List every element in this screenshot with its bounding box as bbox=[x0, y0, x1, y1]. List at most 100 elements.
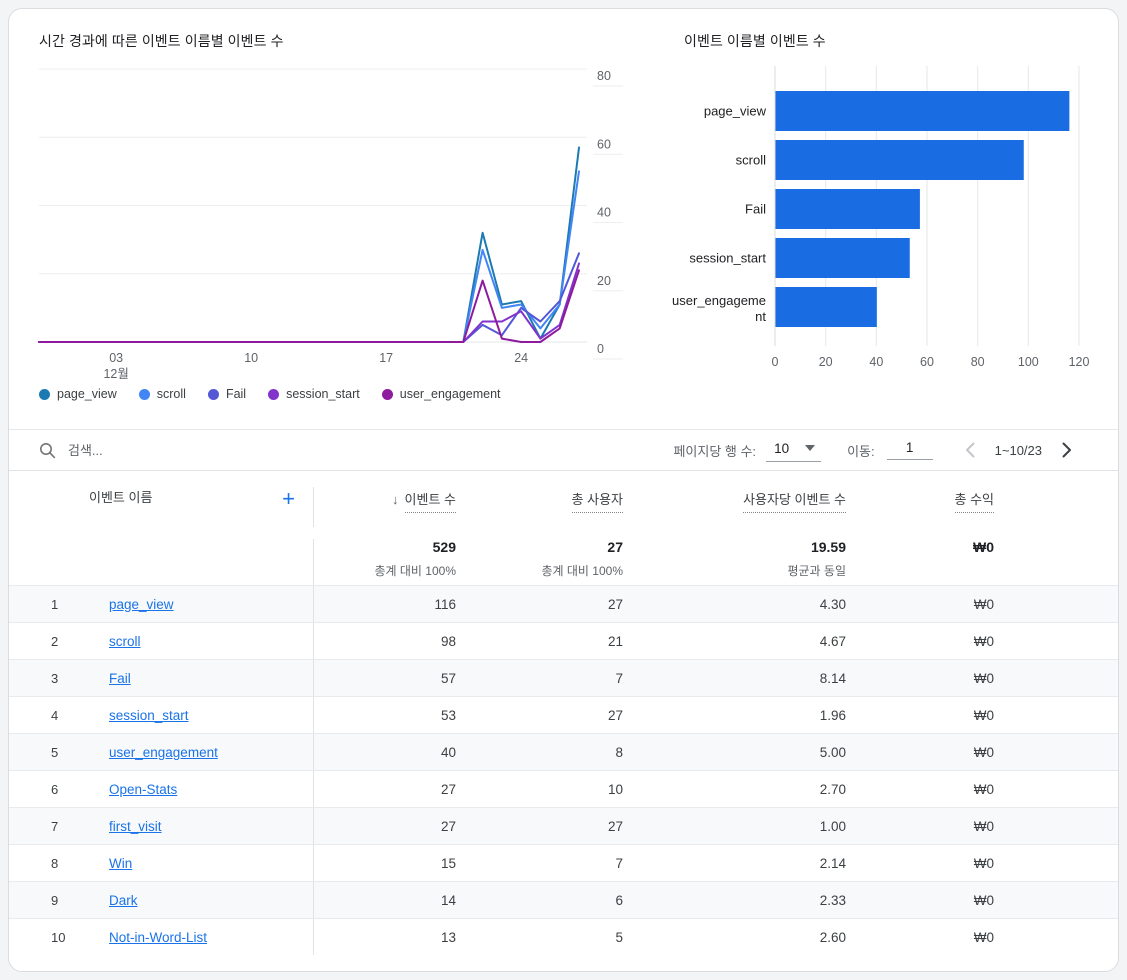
events-per-user-cell: 1.96 bbox=[819, 707, 846, 723]
row-number: 4 bbox=[51, 707, 59, 723]
bar-chart-plot[interactable]: 0 20 40 60 80 100 120 page_viewscroll Fail sessio… bbox=[668, 61, 1119, 387]
events-cell: 14 bbox=[313, 882, 456, 918]
line-series-user_engagement[interactable] bbox=[38, 269, 580, 343]
column-header-events-per-user[interactable]: 사용자당 이벤트 수 bbox=[623, 487, 846, 513]
chevron-left-icon bbox=[965, 442, 975, 458]
table-row: 4 session_start 53 27 1.96 ₩0 bbox=[9, 696, 1118, 733]
charts-row: 시간 경과에 따른 이벤트 이름별 이벤트 수 80 60 40 20 0 03 12월 10… bbox=[9, 9, 1118, 429]
legend-item-scroll: scroll bbox=[138, 387, 186, 401]
next-page-button[interactable] bbox=[1056, 439, 1078, 461]
svg-text:24: 24 bbox=[514, 351, 528, 365]
users-header-label: 총 사용자 bbox=[571, 489, 623, 513]
column-header-events[interactable]: ↓ 이벤트 수 bbox=[313, 487, 456, 527]
revenue-cell: ₩0 bbox=[973, 929, 994, 945]
line-series-session_start[interactable] bbox=[38, 262, 580, 343]
event-name-link[interactable]: Not-in-Word-List bbox=[109, 930, 207, 945]
event-name-link[interactable]: Open-Stats bbox=[109, 782, 177, 797]
event-name-link[interactable]: user_engagement bbox=[109, 745, 218, 760]
revenue-cell: ₩0 bbox=[973, 633, 994, 649]
users-cell: 21 bbox=[607, 633, 623, 649]
revenue-cell: ₩0 bbox=[973, 596, 994, 612]
goto-label: 이동: bbox=[847, 443, 875, 459]
search-box[interactable] bbox=[39, 442, 673, 459]
row-number: 7 bbox=[51, 818, 59, 834]
per-user-header-label: 사용자당 이벤트 수 bbox=[743, 489, 846, 513]
line-series-scroll[interactable] bbox=[38, 170, 580, 343]
event-name-link[interactable]: first_visit bbox=[109, 819, 162, 834]
legend-label: Fail bbox=[225, 387, 247, 401]
chevron-down-icon bbox=[805, 445, 816, 451]
users-cell: 7 bbox=[615, 670, 623, 686]
revenue-cell: ₩0 bbox=[973, 670, 994, 686]
toolbar-right: 페이지당 행 수: 10 이동: 1~10/2 bbox=[673, 439, 1078, 462]
table-row: 6 Open-Stats 27 10 2.70 ₩0 bbox=[9, 770, 1118, 807]
bar-session_start[interactable] bbox=[775, 238, 910, 278]
events-per-user-cell: 2.33 bbox=[819, 892, 846, 908]
rows-per-page-select[interactable]: 10 bbox=[766, 439, 822, 462]
prev-page-button[interactable] bbox=[959, 439, 981, 461]
bar-page_view[interactable] bbox=[775, 91, 1070, 131]
row-number: 2 bbox=[51, 633, 59, 649]
bar-user_engagement[interactable] bbox=[775, 287, 877, 327]
bar-scroll[interactable] bbox=[775, 140, 1024, 180]
legend-dot-icon bbox=[381, 388, 393, 400]
rows-per-page-value: 10 bbox=[774, 440, 790, 456]
table-row: 1 page_view 116 27 4.30 ₩0 bbox=[9, 585, 1118, 622]
column-header-event-name[interactable]: 이벤트 이름 + bbox=[9, 487, 313, 510]
table-row: 7 first_visit 27 27 1.00 ₩0 bbox=[9, 807, 1118, 844]
event-name-link[interactable]: scroll bbox=[109, 634, 141, 649]
add-column-button[interactable]: + bbox=[282, 487, 295, 509]
svg-text:0: 0 bbox=[597, 342, 604, 356]
event-name-cell: user_engagement bbox=[99, 745, 313, 760]
totals-revenue: ₩0 bbox=[973, 539, 994, 555]
table-row: 8 Win 15 7 2.14 ₩0 bbox=[9, 844, 1118, 881]
svg-text:page_view: page_view bbox=[704, 104, 767, 119]
events-cell: 116 bbox=[313, 586, 456, 622]
users-cell: 27 bbox=[607, 596, 623, 612]
event-name-link[interactable]: session_start bbox=[109, 708, 189, 723]
bar-Fail[interactable] bbox=[775, 189, 920, 229]
line-chart-legend: page_view scroll Fail session_start user_eng… bbox=[39, 387, 501, 401]
events-cell: 53 bbox=[313, 697, 456, 733]
svg-text:100: 100 bbox=[1018, 355, 1039, 369]
goto-page-input[interactable] bbox=[886, 440, 933, 460]
events-per-user-cell: 5.00 bbox=[819, 744, 846, 760]
events-per-user-cell: 4.67 bbox=[819, 633, 846, 649]
line-chart-plot[interactable]: 80 60 40 20 0 03 12월 10 17 24 bbox=[9, 61, 662, 387]
goto-page: 이동: bbox=[847, 440, 933, 460]
svg-text:20: 20 bbox=[819, 355, 833, 369]
legend-label: page_view bbox=[57, 387, 117, 401]
bar-chart-panel: 이벤트 이름별 이벤트 수 0 20 40 60 80 100 120 page_view sc… bbox=[668, 9, 1118, 429]
column-header-revenue[interactable]: 총 수익 bbox=[846, 487, 994, 513]
legend-dot-icon bbox=[207, 388, 219, 400]
svg-text:120: 120 bbox=[1069, 355, 1090, 369]
event-name-link[interactable]: Fail bbox=[109, 671, 131, 686]
column-header-users[interactable]: 총 사용자 bbox=[456, 487, 623, 513]
search-input[interactable] bbox=[68, 442, 368, 458]
legend-item-page_view: page_view bbox=[39, 387, 117, 401]
svg-text:60: 60 bbox=[920, 355, 934, 369]
events-per-user-cell: 4.30 bbox=[819, 596, 846, 612]
table-toolbar: 페이지당 행 수: 10 이동: 1~10/2 bbox=[9, 429, 1118, 471]
event-name-link[interactable]: Win bbox=[109, 856, 132, 871]
event-name-cell: first_visit bbox=[99, 819, 313, 834]
users-cell: 27 bbox=[607, 707, 623, 723]
event-name-cell: Not-in-Word-List bbox=[99, 930, 313, 945]
events-cell: 27 bbox=[313, 808, 456, 844]
event-name-header-label: 이벤트 이름 bbox=[89, 490, 153, 505]
revenue-header-label: 총 수익 bbox=[954, 489, 994, 513]
event-name-link[interactable]: page_view bbox=[109, 597, 174, 612]
events-cell: 57 bbox=[313, 660, 456, 696]
svg-text:80: 80 bbox=[597, 69, 611, 83]
events-cell: 27 bbox=[313, 771, 456, 807]
row-number: 9 bbox=[51, 892, 59, 908]
revenue-cell: ₩0 bbox=[973, 855, 994, 871]
table-row: 5 user_engagement 40 8 5.00 ₩0 bbox=[9, 733, 1118, 770]
legend-dot-icon bbox=[138, 388, 150, 400]
svg-text:80: 80 bbox=[971, 355, 985, 369]
event-name-link[interactable]: Dark bbox=[109, 893, 138, 908]
svg-text:03: 03 bbox=[109, 351, 123, 365]
line-series-page_view[interactable] bbox=[38, 146, 580, 343]
users-cell: 5 bbox=[615, 929, 623, 945]
report-card: 시간 경과에 따른 이벤트 이름별 이벤트 수 80 60 40 20 0 03 12월 10… bbox=[8, 8, 1119, 972]
